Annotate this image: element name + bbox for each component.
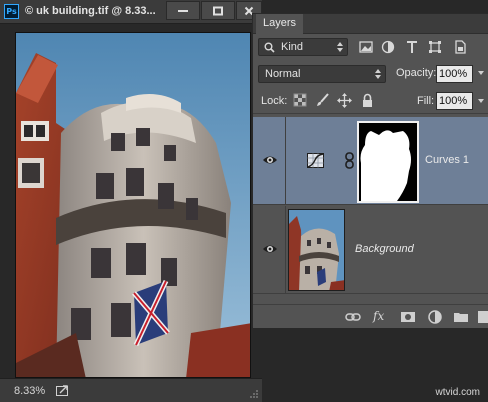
new-adjustment-layer-icon[interactable] — [427, 309, 443, 325]
lock-transparent-pixels-icon[interactable] — [293, 93, 308, 108]
up-down-arrows-icon — [337, 42, 343, 52]
watermark: wtvid.com — [435, 387, 480, 398]
fill-dropdown-arrow-icon[interactable] — [478, 99, 484, 103]
up-down-arrows-icon — [375, 69, 381, 79]
zoom-level[interactable]: 8.33% — [14, 385, 45, 397]
layer-mask-thumbnail[interactable] — [357, 121, 419, 203]
lock-image-pixels-brush-icon[interactable] — [315, 93, 330, 108]
visibility-column[interactable] — [253, 206, 286, 294]
export-arrow-icon — [56, 385, 68, 396]
fill-input[interactable]: 100% — [436, 92, 473, 110]
filter-pixel-layer-icon[interactable] — [359, 40, 373, 54]
maximize-icon — [213, 6, 223, 15]
building-photo[interactable] — [15, 32, 251, 378]
add-layer-mask-icon[interactable] — [400, 309, 416, 325]
new-layer-icon[interactable] — [477, 309, 488, 325]
panel-tab-bar: Layers — [253, 14, 488, 34]
document-title-bar[interactable]: Ps © uk building.tif @ 8.33... — [0, 0, 262, 24]
blend-mode-value: Normal — [265, 68, 301, 80]
layer-mask-shape — [360, 130, 411, 201]
document-title: © uk building.tif @ 8.33... — [25, 5, 156, 17]
lock-row: Lock: Fill: 100% — [253, 88, 488, 114]
filter-kind-label: Kind — [281, 41, 304, 53]
minimize-icon — [178, 9, 188, 12]
blend-mode-select[interactable]: Normal — [258, 65, 386, 83]
maximize-button[interactable] — [201, 1, 235, 20]
building-photo-image — [16, 33, 250, 377]
search-icon — [264, 42, 275, 53]
document-window: Ps © uk building.tif @ 8.33... 8.33% — [0, 0, 262, 402]
layers-panel: Layers Kind Normal Opacity: 100% Lock: F… — [252, 13, 488, 328]
add-layer-style-fx-button[interactable]: fx — [373, 309, 389, 325]
layer-row-background[interactable]: Background — [253, 206, 488, 294]
status-menu-button[interactable] — [55, 383, 71, 398]
layer-row-curves[interactable]: Curves 1 — [253, 117, 488, 205]
document-status-bar: 8.33% — [0, 378, 262, 402]
filter-shape-layer-icon[interactable] — [428, 40, 442, 54]
lock-label: Lock: — [261, 95, 288, 107]
lock-all-icon[interactable] — [360, 93, 375, 108]
curves-adjustment-icon — [307, 153, 324, 168]
canvas-area[interactable] — [0, 25, 262, 378]
photoshop-logo-icon: Ps — [4, 4, 19, 19]
tab-layers[interactable]: Layers — [256, 14, 304, 34]
opacity-label: Opacity: — [396, 67, 437, 79]
minimize-button[interactable] — [166, 1, 200, 20]
new-group-folder-icon[interactable] — [453, 309, 469, 325]
filter-kind-select[interactable]: Kind — [258, 38, 348, 56]
visibility-column[interactable] — [253, 117, 286, 205]
layer-name-curves[interactable]: Curves 1 — [425, 154, 469, 166]
opacity-dropdown-arrow-icon[interactable] — [478, 71, 484, 75]
lock-position-move-icon[interactable] — [337, 93, 352, 108]
background-layer-thumbnail[interactable] — [288, 209, 345, 291]
eye-visibility-icon[interactable] — [262, 243, 278, 255]
filter-type-layer-icon[interactable] — [405, 40, 419, 54]
fill-label: Fill: — [417, 95, 435, 107]
blend-mode-row: Normal Opacity: 100% — [253, 62, 488, 86]
mask-link-chain-icon[interactable] — [345, 152, 354, 169]
eye-visibility-icon[interactable] — [262, 154, 278, 166]
background-thumbnail-image — [289, 210, 344, 290]
filter-adjustment-layer-icon[interactable] — [381, 40, 395, 54]
resize-grip-icon[interactable] — [249, 389, 259, 399]
link-layers-icon[interactable] — [345, 309, 361, 325]
layer-name-background[interactable]: Background — [355, 243, 414, 255]
layer-filter-row: Kind — [253, 35, 488, 60]
filter-smart-object-icon[interactable] — [453, 40, 467, 54]
opacity-input[interactable]: 100% — [436, 65, 473, 83]
layers-panel-footer: fx — [253, 304, 488, 328]
